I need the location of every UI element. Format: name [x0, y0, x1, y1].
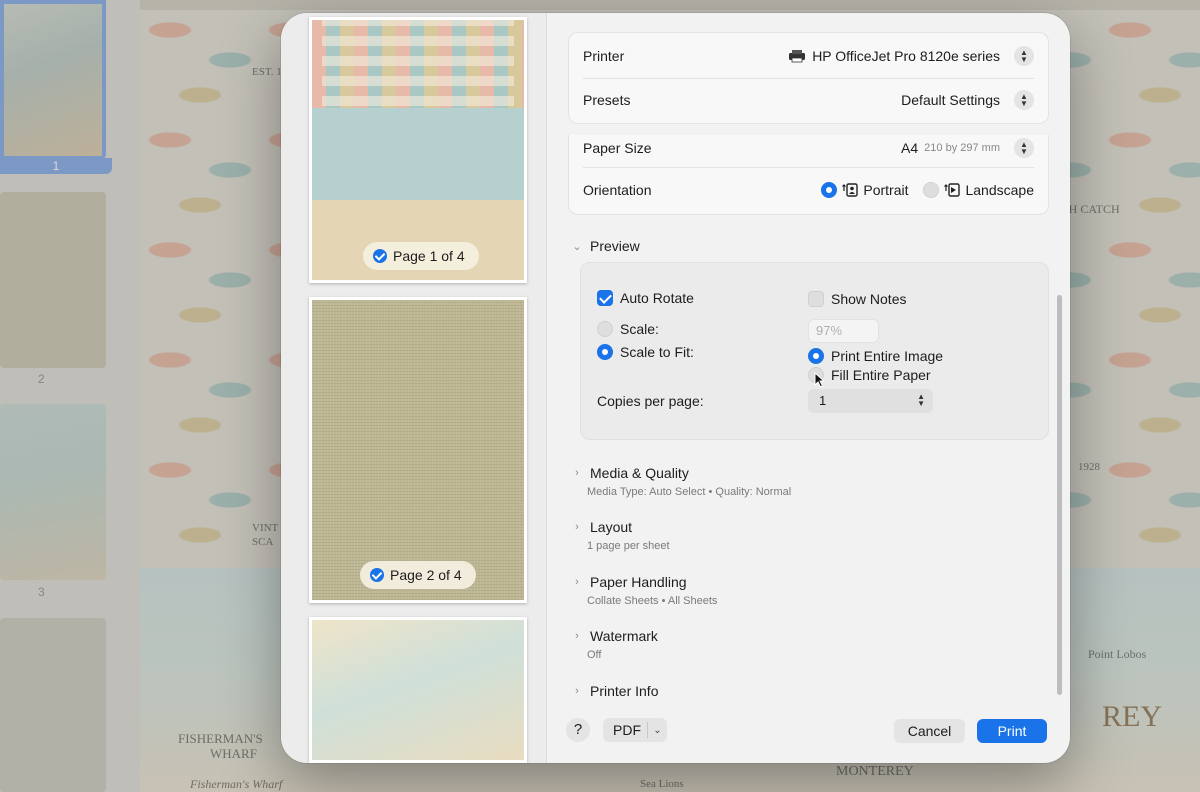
print-preview-pane: Page 1 of 4 Page 2 of 4 [281, 13, 547, 763]
landscape-orientation-icon [944, 183, 961, 197]
section-subtitle: Off [587, 649, 602, 661]
auto-rotate-checkbox[interactable] [597, 290, 613, 306]
layout-section[interactable]: › Layout [572, 519, 632, 535]
scale-label: Scale: [620, 321, 659, 337]
print-button[interactable]: Print [977, 719, 1047, 743]
page-select-badge[interactable]: Page 1 of 4 [363, 242, 479, 270]
preview-section-title: Preview [590, 238, 640, 254]
section-title: Paper Handling [590, 574, 687, 590]
divider [583, 167, 1034, 168]
scale-to-fit-radio[interactable] [597, 344, 613, 360]
portrait-label: Portrait [863, 182, 909, 198]
page-badge-label: Page 2 of 4 [390, 567, 462, 583]
page-select-badge[interactable]: Page 2 of 4 [360, 561, 476, 589]
paper-size-value: A4 [901, 140, 919, 156]
landscape-radio[interactable] [923, 182, 940, 198]
printer-row[interactable]: Printer HP OfficeJet Pro 8120e series ▲ ▼ [583, 45, 1034, 67]
scale-to-fit-option[interactable]: Scale to Fit: [597, 344, 694, 360]
copies-per-page-option: Copies per page: [597, 393, 704, 409]
printer-info-section[interactable]: › Printer Info [572, 683, 658, 699]
auto-rotate-option[interactable]: Auto Rotate [597, 290, 694, 306]
section-subtitle: Collate Sheets • All Sheets [587, 595, 718, 607]
divider [583, 78, 1034, 79]
print-entire-image-option[interactable]: Print Entire Image [808, 348, 943, 364]
printer-label: Printer [583, 48, 625, 64]
cancel-button[interactable]: Cancel [894, 719, 965, 743]
chevron-right-icon: › [575, 467, 579, 479]
orientation-label: Orientation [583, 182, 652, 198]
print-entire-image-radio[interactable] [808, 348, 824, 364]
auto-rotate-label: Auto Rotate [620, 290, 694, 306]
paper-size-row[interactable]: Paper Size A4 210 by 297 mm ▲ ▼ [583, 137, 1034, 159]
up-down-chevron-icon[interactable]: ▲ ▼ [1014, 46, 1034, 66]
section-title: Media & Quality [590, 465, 689, 481]
mouse-cursor-icon [814, 372, 826, 388]
landscape-label: Landscape [965, 182, 1034, 198]
preview-page-1[interactable]: Page 1 of 4 [309, 17, 527, 283]
show-notes-checkbox[interactable] [808, 291, 824, 307]
checkmark-icon [373, 249, 387, 263]
portrait-radio[interactable] [821, 182, 838, 198]
printer-value: HP OfficeJet Pro 8120e series [812, 48, 1000, 64]
page-artwork [312, 20, 524, 280]
portrait-orientation-icon [842, 183, 859, 197]
presets-row[interactable]: Presets Default Settings ▲ ▼ [583, 89, 1034, 111]
printer-presets-card: Printer HP OfficeJet Pro 8120e series ▲ ▼… [568, 32, 1049, 124]
preview-section-header[interactable]: ⌄ Preview [572, 238, 640, 254]
chevron-right-icon: › [575, 576, 579, 588]
watermark-section[interactable]: › Watermark [572, 628, 658, 644]
pdf-label: PDF [613, 722, 641, 738]
fill-entire-paper-label: Fill Entire Paper [831, 367, 931, 383]
copies-per-page-select[interactable]: 1 ▲ ▼ [808, 389, 933, 413]
up-down-chevron-icon[interactable]: ▲ ▼ [1014, 138, 1034, 158]
chevron-right-icon: › [575, 685, 579, 697]
paper-card: Paper Size A4 210 by 297 mm ▲ ▼ Orientati… [568, 135, 1049, 215]
section-title: Layout [590, 519, 633, 535]
chevron-down-icon[interactable]: ⌄ [648, 725, 667, 736]
preview-page-2[interactable]: Page 2 of 4 [309, 297, 527, 603]
fill-entire-paper-option[interactable]: Fill Entire Paper [808, 367, 931, 383]
scale-to-fit-label: Scale to Fit: [620, 344, 694, 360]
paper-size-label: Paper Size [583, 140, 652, 156]
section-title: Printer Info [590, 683, 659, 699]
paper-handling-section[interactable]: › Paper Handling [572, 574, 687, 590]
copies-value: 1 [819, 393, 827, 408]
orientation-row: Orientation Portrait Landscape [583, 179, 1034, 201]
scale-option[interactable]: Scale: [597, 321, 659, 337]
checkmark-icon [370, 568, 384, 582]
up-down-chevron-icon: ▲ ▼ [917, 392, 925, 408]
pdf-menu-button[interactable]: PDF ⌄ [603, 718, 667, 742]
media-quality-section[interactable]: › Media & Quality [572, 465, 689, 481]
scale-input[interactable]: 97% [808, 319, 879, 343]
dialog-footer: ? PDF ⌄ Cancel Print [281, 713, 1070, 753]
chevron-right-icon: › [575, 521, 579, 533]
print-entire-image-label: Print Entire Image [831, 348, 944, 364]
show-notes-label: Show Notes [831, 291, 907, 307]
section-title: Watermark [590, 628, 658, 644]
page-badge-label: Page 1 of 4 [393, 248, 465, 264]
presets-label: Presets [583, 92, 631, 108]
section-subtitle: Media Type: Auto Select • Quality: Norma… [587, 486, 792, 498]
page-artwork [312, 300, 524, 600]
chevron-right-icon: › [575, 630, 579, 642]
show-notes-option[interactable]: Show Notes [808, 291, 906, 307]
up-down-chevron-icon[interactable]: ▲ ▼ [1014, 90, 1034, 110]
chevron-down-icon: ⌄ [572, 240, 582, 253]
print-dialog: Page 1 of 4 Page 2 of 4 Printer HP Offic… [281, 13, 1070, 763]
scale-radio[interactable] [597, 321, 613, 337]
scrollbar[interactable] [1057, 295, 1062, 695]
paper-size-detail: 210 by 297 mm [924, 142, 1000, 154]
presets-value: Default Settings [901, 92, 1000, 108]
printer-icon [789, 50, 806, 63]
section-subtitle: 1 page per sheet [587, 540, 670, 552]
print-settings-pane: Printer HP OfficeJet Pro 8120e series ▲ ▼… [568, 13, 1068, 763]
preview-options-box: Auto Rotate Show Notes Scale: 97% Scale … [580, 262, 1049, 440]
help-button[interactable]: ? [566, 718, 590, 742]
copies-per-page-label: Copies per page: [597, 393, 704, 409]
